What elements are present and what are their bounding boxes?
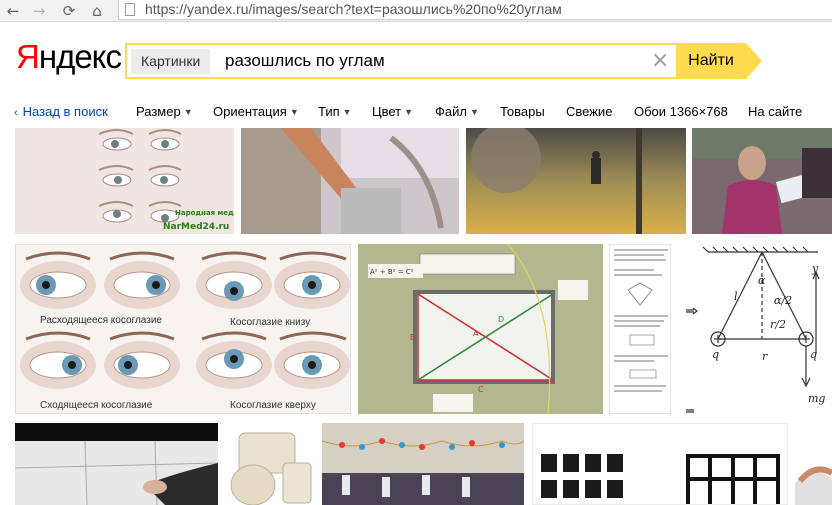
grid-pattern-image: [541, 454, 780, 504]
triangle-diagram: A² + B² = C² A B C D: [358, 244, 603, 414]
image-result-physics-pendulum[interactable]: y α l α/2 r/2 r q q mg: [678, 244, 832, 414]
filter-label: Ориентация: [213, 104, 287, 119]
gravity-label: mg: [808, 392, 825, 405]
browser-toolbar: ← → ⟳ ⌂ https://yandex.ru/images/search?…: [0, 0, 832, 22]
autumn-photo: [466, 128, 686, 234]
search-header: Яндекс Картинки × Найти: [0, 22, 832, 94]
image-result-triangle-diagram[interactable]: A² + B² = C² A B C D: [358, 244, 603, 414]
half-r-label: r/2: [770, 318, 786, 331]
formula-text: A² + B² = C²: [370, 268, 414, 276]
filter-wallpapers[interactable]: Обои 1366×768: [634, 104, 728, 119]
length-label: l: [734, 290, 738, 303]
filter-fresh[interactable]: Свежие: [566, 104, 612, 119]
clear-icon[interactable]: ×: [651, 48, 669, 74]
forward-arrow-icon[interactable]: →: [30, 2, 48, 20]
charge-2-label: q: [810, 348, 817, 361]
image-result-eyes-small[interactable]: Народная медицина NarMed24.ru: [15, 128, 234, 234]
label-b: B: [410, 333, 416, 342]
filter-orientation[interactable]: Ориентация ▼: [213, 104, 299, 119]
filter-file[interactable]: Файл ▼: [435, 104, 479, 119]
filter-goods[interactable]: Товары: [500, 104, 545, 119]
filter-label: Размер: [136, 104, 181, 119]
filter-label: Тип: [318, 104, 340, 119]
image-result-teacher[interactable]: [692, 128, 832, 234]
back-to-search-link[interactable]: ‹ Назад в поиск: [14, 104, 108, 119]
image-result-tile-wall[interactable]: [15, 423, 218, 505]
back-label: Назад в поиск: [22, 104, 108, 119]
strabismus-label-up: Косоглазие кверху: [230, 400, 316, 411]
page-icon: [125, 3, 135, 16]
eyes-illustration: Народная медицина NarMed24.ru: [98, 129, 234, 232]
pipe-fitting-photo: [225, 423, 316, 505]
chevron-down-icon: ▼: [183, 107, 193, 117]
image-result-mushroom[interactable]: [795, 423, 832, 505]
search-box: Картинки ×: [125, 43, 680, 79]
strabismus-label-convergent: Сходящееся косоглазие: [40, 400, 153, 411]
image-result-grid-pattern[interactable]: [532, 423, 788, 505]
label-a: A: [473, 329, 479, 338]
image-result-room-corner[interactable]: [241, 128, 459, 234]
back-arrow-icon[interactable]: ←: [4, 2, 22, 20]
filter-label: Файл: [435, 104, 467, 119]
physics-diagram: y α l α/2 r/2 r q q mg: [686, 246, 825, 413]
filter-label: Цвет: [372, 104, 402, 119]
yandex-logo[interactable]: Яндекс: [16, 38, 122, 76]
chevron-down-icon: ▼: [289, 107, 299, 117]
half-alpha-label: α/2: [774, 294, 792, 307]
label-d: D: [498, 315, 504, 324]
r-label: r: [762, 350, 768, 363]
logo-letter: Я: [16, 38, 40, 75]
filter-on-site[interactable]: На сайте: [748, 104, 802, 119]
mushroom-illustration: [795, 466, 832, 505]
classroom-photo: [692, 128, 832, 234]
image-result-school-hall[interactable]: [322, 423, 524, 505]
watermark-text: Народная медицина: [175, 209, 234, 217]
logo-text: ндекс: [38, 38, 122, 75]
strabismus-chart: Расходящееся косоглазие Косоглазие книзу…: [16, 245, 350, 413]
tile-wall-photo: [15, 423, 218, 505]
chevron-left-icon: ‹: [14, 107, 18, 119]
filter-bar: ‹ Назад в поиск Размер ▼ Ориентация ▼ Тип ▼ …: [0, 100, 832, 126]
axis-y-label: y: [811, 262, 819, 275]
chevron-down-icon: ▼: [342, 107, 352, 117]
image-result-document-page[interactable]: [609, 244, 671, 414]
strabismus-label-down: Косоглазие книзу: [230, 317, 310, 328]
strabismus-label-divergent: Расходящееся косоглазие: [40, 315, 162, 326]
image-result-corner-fitting[interactable]: [225, 423, 316, 505]
chevron-down-icon: ▼: [469, 107, 479, 117]
image-result-strabismus[interactable]: Расходящееся косоглазие Косоглазие книзу…: [15, 244, 351, 414]
search-input[interactable]: [225, 45, 645, 77]
filter-type[interactable]: Тип ▼: [318, 104, 352, 119]
find-button[interactable]: Найти: [676, 43, 762, 79]
filter-size[interactable]: Размер ▼: [136, 104, 193, 119]
document-thumbnail: [614, 249, 668, 392]
reload-icon[interactable]: ⟳: [60, 2, 78, 20]
home-icon[interactable]: ⌂: [88, 2, 106, 20]
school-photo: [322, 423, 524, 505]
label-c: C: [478, 385, 484, 394]
chevron-down-icon: ▼: [404, 107, 414, 117]
filter-color[interactable]: Цвет ▼: [372, 104, 413, 119]
search-service-tag[interactable]: Картинки: [131, 49, 211, 74]
room-photo: [241, 128, 459, 234]
charge-1-label: q: [712, 348, 719, 361]
watermark-site: NarMed24.ru: [163, 222, 229, 232]
address-bar[interactable]: https://yandex.ru/images/search?text=раз…: [118, 0, 832, 20]
image-result-autumn-walk[interactable]: [466, 128, 686, 234]
alpha-label: α: [758, 274, 766, 287]
url-text: https://yandex.ru/images/search?text=раз…: [145, 1, 562, 17]
